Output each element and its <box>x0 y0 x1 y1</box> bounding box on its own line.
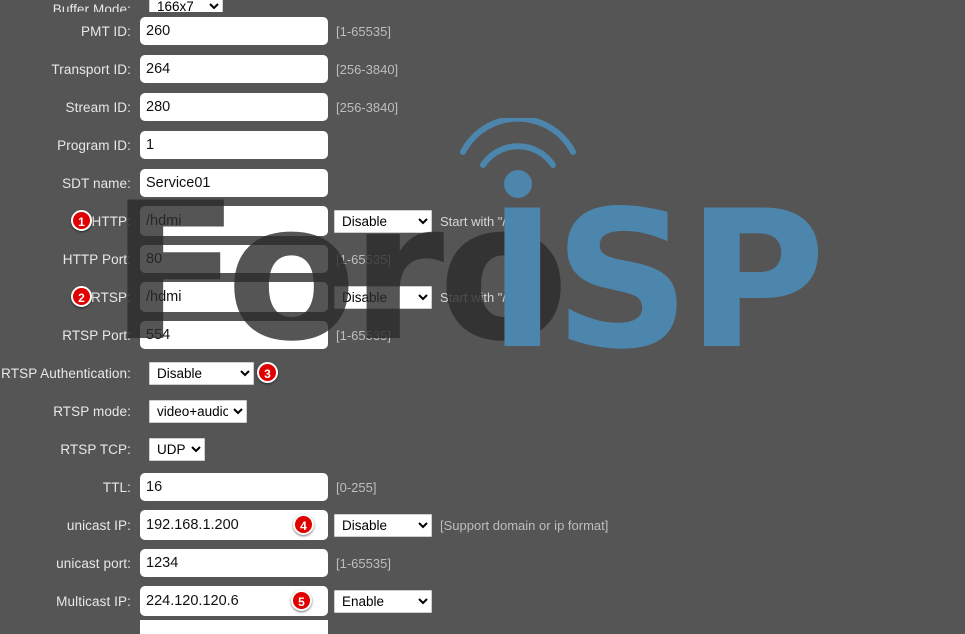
hint-unicast-ip: [Support domain or ip format] <box>440 517 609 533</box>
callout-badge-4: 4 <box>293 514 314 535</box>
input-unicast-port[interactable] <box>140 549 328 577</box>
form-row-transport-id: Transport ID: [256-3840] <box>0 50 965 88</box>
label-unicast-port: unicast port: <box>56 555 131 571</box>
form-row-rtsp-tcp: RTSP TCP: UDP <box>0 430 965 468</box>
form-row-http-port: HTTP Port: [1-65535] <box>0 240 965 278</box>
select-multicast-ip[interactable]: Enable <box>334 589 432 613</box>
label-rtsp-authentication: RTSP Authentication: <box>1 365 131 381</box>
hint-pmt-id: [1-65535] <box>336 23 391 39</box>
form-row-rtsp: RTSP: Disable Start with "/" 2 <box>0 278 965 316</box>
form-row-rtsp-mode: RTSP mode: video+audio <box>0 392 965 430</box>
input-pmt-id[interactable] <box>140 17 328 45</box>
hint-rtsp: Start with "/" <box>440 289 511 305</box>
label-multicast-ip: Multicast IP: <box>56 593 131 609</box>
input-stream-id[interactable] <box>140 93 328 121</box>
settings-form: Buffer Mode: 166x7 PMT ID: [1-65535] Transpo… <box>0 0 965 634</box>
hint-http-port: [1-65535] <box>336 251 391 267</box>
form-row-unicast-port: unicast port: [1-65535] <box>0 544 965 582</box>
callout-badge-2: 2 <box>71 286 92 307</box>
select-buffer-mode[interactable]: 166x7 <box>149 0 223 12</box>
hint-ttl: [0-255] <box>336 479 377 495</box>
form-row-rtsp-port: RTSP Port: [1-65535] <box>0 316 965 354</box>
input-multicast-port[interactable] <box>140 620 328 634</box>
form-row-stream-id: Stream ID: [256-3840] <box>0 88 965 126</box>
form-row-multicast-ip: Multicast IP: Enable 5 <box>0 582 965 620</box>
form-row-rtsp-authentication: RTSP Authentication: Disable 3 <box>0 354 965 392</box>
label-stream-id: Stream ID: <box>65 99 131 115</box>
hint-unicast-port: [1-65535] <box>336 555 391 571</box>
label-http: HTTP: <box>91 213 131 229</box>
label-rtsp: RTSP: <box>90 289 131 305</box>
label-buffer-mode: Buffer Mode: <box>52 2 131 12</box>
label-pmt-id: PMT ID: <box>81 23 131 39</box>
select-rtsp-mode[interactable]: video+audio <box>149 399 247 423</box>
form-row-ttl: TTL: [0-255] <box>0 468 965 506</box>
callout-badge-1: 1 <box>71 210 92 231</box>
form-row-http: HTTP: Disable Start with "/" 1 <box>0 202 965 240</box>
select-rtsp-authentication[interactable]: Disable <box>149 361 254 385</box>
label-program-id: Program ID: <box>57 137 131 153</box>
label-unicast-ip: unicast IP: <box>66 517 131 533</box>
label-rtsp-tcp: RTSP TCP: <box>60 441 131 457</box>
input-rtsp[interactable] <box>140 282 328 312</box>
hint-stream-id: [256-3840] <box>336 99 399 115</box>
form-row-sdt-name: SDT name: <box>0 164 965 202</box>
input-rtsp-port[interactable] <box>140 321 328 349</box>
form-row-multicast-port <box>0 620 965 634</box>
input-http-port[interactable] <box>140 245 328 273</box>
select-rtsp-tcp[interactable]: UDP <box>149 437 205 461</box>
callout-badge-5: 5 <box>291 590 312 611</box>
label-http-port: HTTP Port: <box>62 251 131 267</box>
input-ttl[interactable] <box>140 473 328 501</box>
callout-badge-3: 3 <box>257 362 278 383</box>
label-transport-id: Transport ID: <box>51 61 131 77</box>
input-http[interactable] <box>140 206 328 236</box>
label-rtsp-port: RTSP Port: <box>62 327 131 343</box>
label-rtsp-mode: RTSP mode: <box>53 403 131 419</box>
input-program-id[interactable] <box>140 131 328 159</box>
select-unicast-ip[interactable]: Disable <box>334 513 432 537</box>
label-sdt-name: SDT name: <box>62 175 131 191</box>
label-ttl: TTL: <box>102 479 131 495</box>
form-row-buffer-mode: Buffer Mode: 166x7 <box>0 0 965 12</box>
hint-http: Start with "/" <box>440 213 511 229</box>
form-row-unicast-ip: unicast IP: Disable [Support domain or ip … <box>0 506 965 544</box>
hint-rtsp-port: [1-65535] <box>336 327 391 343</box>
input-sdt-name[interactable] <box>140 169 328 197</box>
form-row-program-id: Program ID: <box>0 126 965 164</box>
hint-transport-id: [256-3840] <box>336 61 399 77</box>
form-row-pmt-id: PMT ID: [1-65535] <box>0 12 965 50</box>
input-transport-id[interactable] <box>140 55 328 83</box>
select-http[interactable]: Disable <box>334 209 432 233</box>
select-rtsp[interactable]: Disable <box>334 285 432 309</box>
